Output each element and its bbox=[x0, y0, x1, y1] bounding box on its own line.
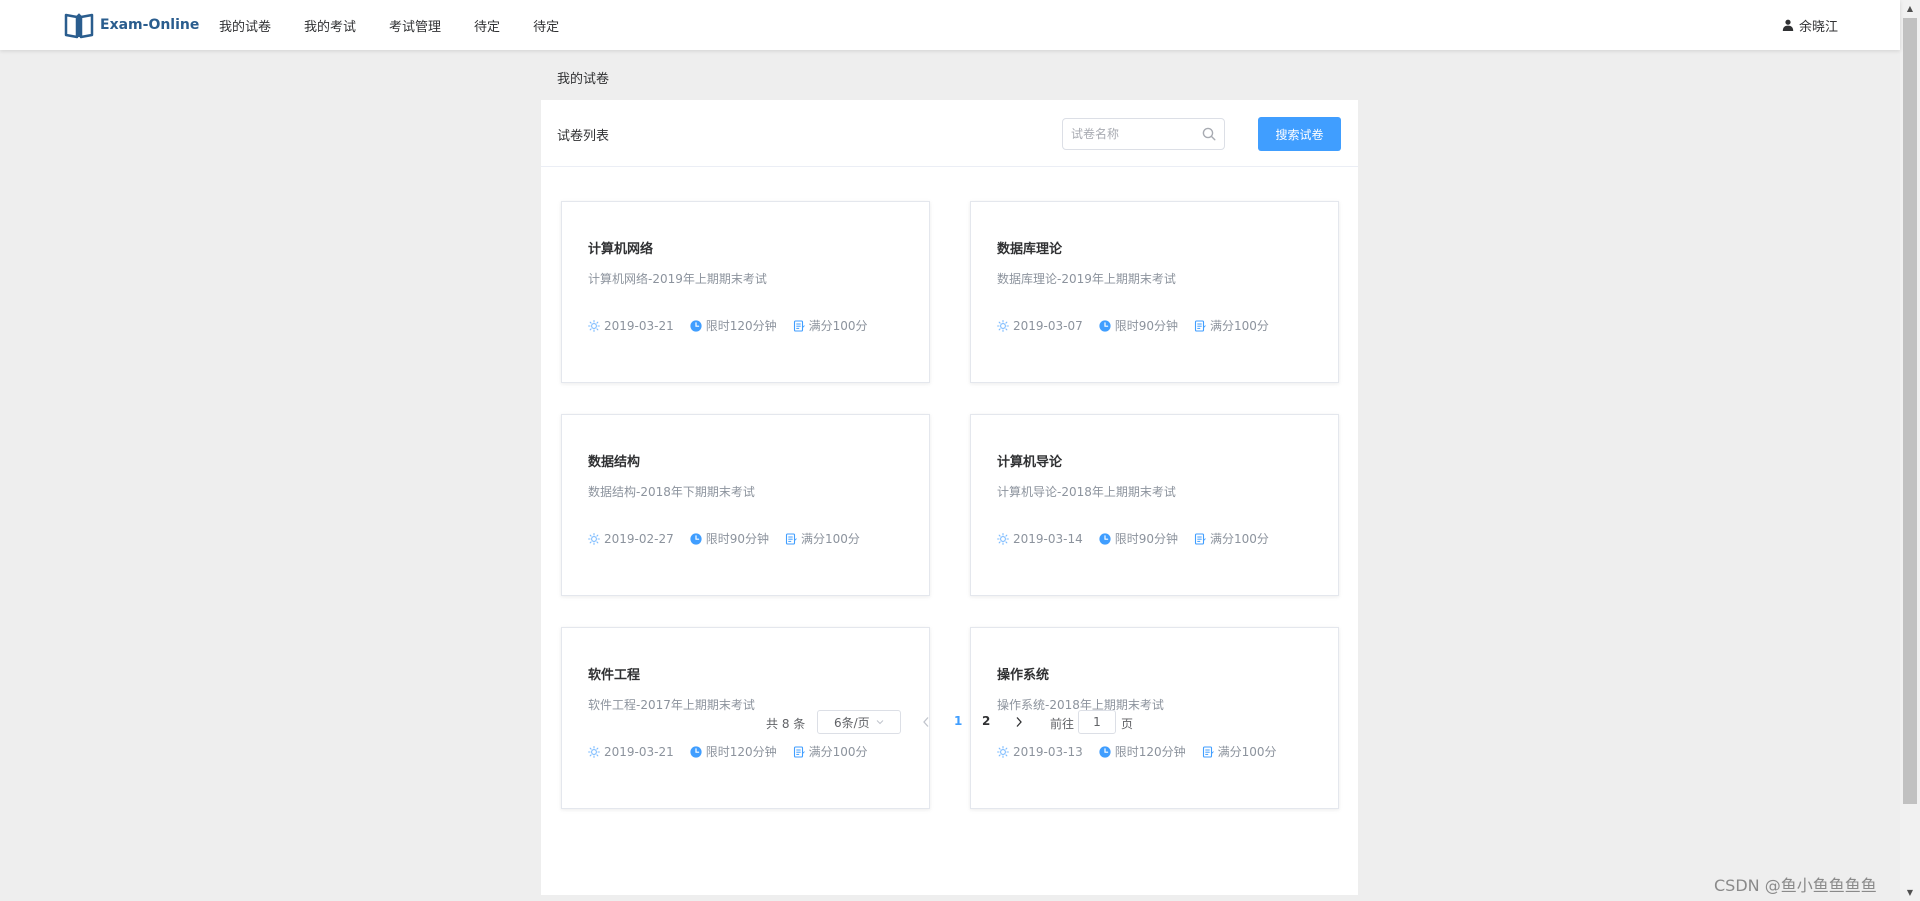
main-nav: 我的试卷 我的考试 考试管理 待定 待定 bbox=[219, 0, 592, 50]
paper-date: 2019-03-07 bbox=[997, 319, 1083, 333]
scrollbar-thumb[interactable] bbox=[1903, 18, 1917, 804]
paper-meta: 2019-03-13 限时120分钟 满分100分 bbox=[997, 743, 1293, 760]
sun-icon bbox=[997, 532, 1009, 545]
document-icon bbox=[1194, 319, 1206, 332]
clock-icon bbox=[690, 745, 702, 758]
page-size-value: 6条/页 bbox=[834, 715, 870, 730]
nav-item-my-exams[interactable]: 我的考试 bbox=[304, 16, 356, 35]
top-navigation-bar: Exam-Online 我的试卷 我的考试 考试管理 待定 待定 余晓江 bbox=[0, 0, 1900, 50]
chevron-right-icon bbox=[1016, 717, 1022, 727]
chevron-down-icon bbox=[876, 720, 884, 725]
paper-title: 软件工程 bbox=[588, 668, 641, 683]
breadcrumb: 我的试卷 bbox=[557, 72, 610, 87]
clock-icon bbox=[1099, 319, 1111, 332]
nav-item-tbd-2[interactable]: 待定 bbox=[533, 16, 559, 35]
paper-score: 满分100分 bbox=[1194, 530, 1269, 547]
paper-title: 计算机导论 bbox=[997, 455, 1063, 470]
app-name: Exam-Online bbox=[100, 17, 200, 33]
chevron-left-icon bbox=[923, 717, 929, 727]
watermark: CSDN @鱼小鱼鱼鱼鱼 bbox=[1714, 876, 1877, 895]
paper-meta: 2019-03-21 限时120分钟 满分100分 bbox=[588, 317, 884, 334]
nav-item-tbd-1[interactable]: 待定 bbox=[474, 16, 500, 35]
paper-date: 2019-03-14 bbox=[997, 532, 1083, 546]
sun-icon bbox=[588, 319, 600, 332]
page-suffix: 页 bbox=[1121, 717, 1134, 731]
paper-time-limit: 限时90分钟 bbox=[1099, 530, 1178, 547]
paper-title: 操作系统 bbox=[997, 668, 1050, 683]
app-logo[interactable]: Exam-Online bbox=[64, 10, 199, 40]
next-page-button[interactable] bbox=[1011, 712, 1027, 732]
paper-score: 满分100分 bbox=[793, 743, 868, 760]
clock-icon bbox=[1099, 745, 1111, 758]
paper-title: 计算机网络 bbox=[588, 242, 654, 257]
paper-time-limit: 限时90分钟 bbox=[1099, 317, 1178, 334]
paper-meta: 2019-03-14 限时90分钟 满分100分 bbox=[997, 530, 1285, 547]
paper-meta: 2019-03-21 限时120分钟 满分100分 bbox=[588, 743, 884, 760]
prev-page-button[interactable] bbox=[918, 712, 934, 732]
search-input[interactable] bbox=[1071, 127, 1199, 141]
paper-card[interactable]: 计算机网络 计算机网络-2019年上期期末考试 2019-03-21 限时120… bbox=[561, 201, 930, 383]
paper-date: 2019-03-21 bbox=[588, 745, 674, 759]
paper-time-limit: 限时120分钟 bbox=[690, 743, 777, 760]
nav-item-my-papers[interactable]: 我的试卷 bbox=[219, 16, 271, 35]
paper-description: 数据结构-2018年下期期末考试 bbox=[588, 485, 755, 499]
nav-item-exam-management[interactable]: 考试管理 bbox=[389, 16, 441, 35]
user-icon bbox=[1782, 19, 1794, 31]
scroll-down-icon[interactable]: ▼ bbox=[1900, 884, 1920, 901]
search-papers-button[interactable]: 搜索试卷 bbox=[1258, 117, 1341, 151]
paper-date: 2019-03-21 bbox=[588, 319, 674, 333]
clock-icon bbox=[690, 532, 702, 545]
paper-date: 2019-02-27 bbox=[588, 532, 674, 546]
page-size-select[interactable]: 6条/页 bbox=[817, 710, 901, 734]
paper-score: 满分100分 bbox=[1202, 743, 1277, 760]
open-book-icon bbox=[64, 13, 94, 39]
goto-label: 前往 bbox=[1050, 717, 1075, 731]
paper-score: 满分100分 bbox=[793, 317, 868, 334]
paper-title: 数据结构 bbox=[588, 455, 641, 470]
paper-card[interactable]: 数据结构 数据结构-2018年下期期末考试 2019-02-27 限时90分钟 … bbox=[561, 414, 930, 596]
page-jump-input[interactable] bbox=[1078, 710, 1116, 734]
paper-score: 满分100分 bbox=[1194, 317, 1269, 334]
search-icon[interactable] bbox=[1202, 127, 1216, 141]
paper-time-limit: 限时120分钟 bbox=[690, 317, 777, 334]
scroll-up-icon[interactable]: ▲ bbox=[1900, 0, 1920, 17]
paper-title: 数据库理论 bbox=[997, 242, 1063, 257]
page-number-2[interactable]: 2 bbox=[982, 714, 990, 728]
page-number-1[interactable]: 1 bbox=[954, 714, 962, 728]
paper-description: 计算机导论-2018年上期期末考试 bbox=[997, 485, 1176, 499]
sun-icon bbox=[588, 532, 600, 545]
document-icon bbox=[793, 319, 805, 332]
sun-icon bbox=[997, 319, 1009, 332]
paper-card[interactable]: 计算机导论 计算机导论-2018年上期期末考试 2019-03-14 限时90分… bbox=[970, 414, 1339, 596]
paper-time-limit: 限时90分钟 bbox=[690, 530, 769, 547]
document-icon bbox=[1194, 532, 1206, 545]
panel-title: 试卷列表 bbox=[557, 129, 610, 144]
clock-icon bbox=[1099, 532, 1111, 545]
paper-meta: 2019-02-27 限时90分钟 满分100分 bbox=[588, 530, 876, 547]
paper-date: 2019-03-13 bbox=[997, 745, 1083, 759]
user-menu[interactable]: 余晓江 bbox=[1782, 0, 1838, 50]
user-name: 余晓江 bbox=[1799, 19, 1839, 35]
paper-list-panel: 试卷列表 搜索试卷 计算机网络 计算机网络-2019年上期期末考试 2019-0… bbox=[541, 100, 1358, 895]
sun-icon bbox=[997, 745, 1009, 758]
paper-description: 计算机网络-2019年上期期末考试 bbox=[588, 272, 767, 286]
clock-icon bbox=[690, 319, 702, 332]
pagination-total: 共 8 条 bbox=[766, 717, 806, 731]
document-icon bbox=[793, 745, 805, 758]
sun-icon bbox=[588, 745, 600, 758]
pagination: 共 8 条 6条/页 1 2 前往 页 bbox=[541, 708, 1358, 738]
search-box[interactable] bbox=[1062, 118, 1225, 150]
paper-meta: 2019-03-07 限时90分钟 满分100分 bbox=[997, 317, 1285, 334]
paper-score: 满分100分 bbox=[785, 530, 860, 547]
document-icon bbox=[1202, 745, 1214, 758]
paper-time-limit: 限时120分钟 bbox=[1099, 743, 1186, 760]
document-icon bbox=[785, 532, 797, 545]
paper-card[interactable]: 数据库理论 数据库理论-2019年上期期末考试 2019-03-07 限时90分… bbox=[970, 201, 1339, 383]
panel-header: 试卷列表 搜索试卷 bbox=[541, 100, 1358, 167]
paper-description: 数据库理论-2019年上期期末考试 bbox=[997, 272, 1176, 286]
